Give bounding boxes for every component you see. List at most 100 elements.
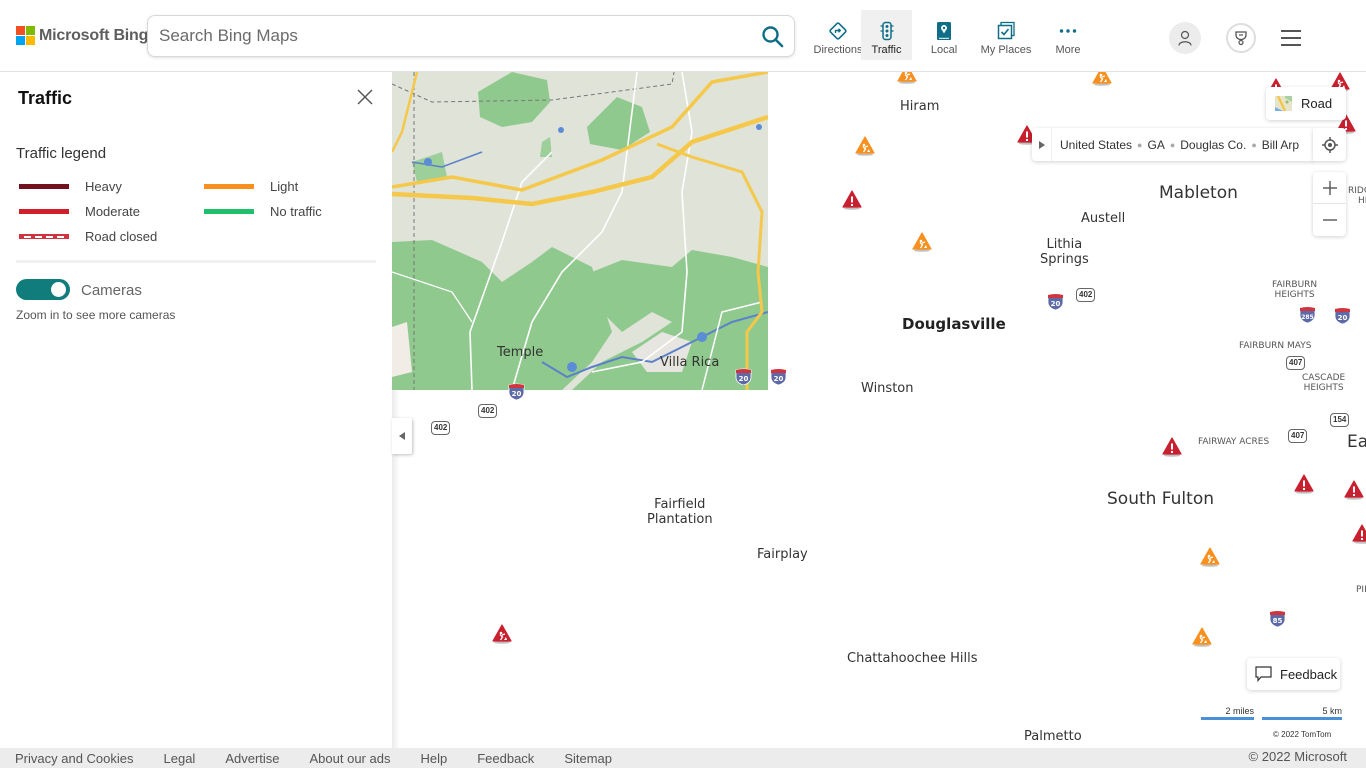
traffic-incident-icon[interactable] (842, 190, 862, 210)
nav-more[interactable]: More (1036, 10, 1100, 60)
nav-local-label: Local (930, 44, 958, 56)
footer-link-advertise[interactable]: Advertise (225, 751, 279, 766)
construction-icon[interactable] (1200, 547, 1220, 567)
nav-traffic[interactable]: Traffic (861, 10, 912, 60)
zoom-in-button[interactable] (1313, 172, 1346, 204)
caret-right-icon (1038, 140, 1045, 149)
map-label-villa-rica: Villa Rica (660, 355, 720, 370)
menu-button[interactable] (1281, 30, 1301, 46)
nav-traffic-label: Traffic (871, 44, 902, 56)
svg-text:20: 20 (1051, 300, 1061, 308)
traffic-incident-icon[interactable] (1294, 474, 1314, 494)
footer-link-legal[interactable]: Legal (164, 751, 196, 766)
cameras-toggle[interactable] (16, 279, 70, 300)
road-map-icon (1275, 96, 1292, 111)
breadcrumb-separator: ● (1169, 139, 1176, 150)
interstate-shield-20: 20 (1047, 293, 1064, 311)
legend-label: No traffic (270, 204, 322, 219)
footer-link-about-ads[interactable]: About our ads (310, 751, 391, 766)
toggle-knob (51, 282, 66, 297)
nav-more-label: More (1055, 44, 1081, 56)
footer-link-help[interactable]: Help (420, 751, 447, 766)
top-nav: Directions Traffic Local My Places More (806, 10, 1094, 60)
traffic-incident-icon[interactable] (1162, 437, 1182, 457)
interstate-shield-20: 20 (770, 368, 787, 386)
legend-title: Traffic legend (16, 145, 107, 162)
map-tile-terrain (392, 72, 768, 390)
map-label-pi: PII (1356, 585, 1366, 595)
bing-logo[interactable]: Microsoft Bing (16, 26, 148, 45)
interstate-shield-85: 85 (1269, 610, 1286, 628)
legend-label: Moderate (85, 204, 140, 219)
construction-icon[interactable] (897, 72, 917, 84)
state-route-shield-402: 402 (1076, 288, 1096, 302)
breadcrumb-state[interactable]: GA (1147, 138, 1164, 152)
search-input[interactable] (159, 16, 749, 56)
zoom-out-button[interactable] (1313, 204, 1346, 236)
construction-icon[interactable] (1092, 72, 1112, 86)
traffic-incident-icon[interactable] (1352, 524, 1366, 544)
map-label-fairburn-heights: FAIRBURN HEIGHTS (1272, 280, 1318, 300)
construction-icon[interactable] (912, 232, 932, 252)
legend-swatch-moderate (19, 209, 69, 214)
footer-link-privacy[interactable]: Privacy and Cookies (15, 751, 134, 766)
legend-swatch-road-closed (19, 234, 69, 239)
plus-icon (1322, 180, 1337, 195)
rewards-button[interactable] (1226, 23, 1256, 53)
search-box (147, 15, 795, 57)
footer-link-feedback[interactable]: Feedback (477, 751, 534, 766)
legend-swatch-heavy (19, 184, 69, 189)
map-label-lithia-springs: Lithia Springs (1040, 237, 1089, 267)
locate-me-button[interactable] (1313, 128, 1346, 161)
svg-text:20: 20 (739, 375, 749, 383)
breadcrumb-separator: ● (1251, 139, 1257, 150)
breadcrumb-expand-button[interactable] (1032, 128, 1052, 161)
breadcrumb-county[interactable]: Douglas Co. (1180, 138, 1246, 152)
map-label-mableton: Mableton (1159, 183, 1238, 203)
legend-no-traffic: No traffic (204, 204, 322, 219)
svg-text:20: 20 (774, 375, 784, 383)
legend-label: Heavy (85, 179, 122, 194)
collapse-panel-button[interactable] (392, 418, 412, 454)
map-style-label: Road (1301, 96, 1333, 111)
map-label-douglasville: Douglasville (902, 315, 1006, 333)
map-style-road-button[interactable]: Road (1266, 87, 1346, 120)
breadcrumb-separator: ● (1137, 139, 1143, 150)
legend-swatch-no-traffic (204, 209, 254, 214)
nav-local[interactable]: Local (912, 10, 976, 60)
breadcrumb-country[interactable]: United States (1060, 138, 1132, 152)
svg-text:20: 20 (512, 390, 522, 398)
map-feedback-button[interactable]: Feedback (1247, 658, 1340, 690)
breadcrumb-locality[interactable]: Bill Arp (1262, 138, 1299, 152)
map-canvas[interactable]: Hiram Mableton Austell Lithia Springs Dou… (392, 72, 1366, 748)
close-icon (357, 89, 373, 105)
local-pin-icon (937, 22, 951, 40)
construction-icon[interactable] (1192, 627, 1212, 647)
locate-crosshair-icon (1321, 136, 1338, 153)
footer-link-sitemap[interactable]: Sitemap (564, 751, 612, 766)
zoom-control (1313, 172, 1346, 236)
svg-text:85: 85 (1273, 617, 1283, 625)
construction-icon[interactable] (492, 624, 512, 644)
state-route-shield-402: 402 (431, 421, 451, 435)
close-panel-button[interactable] (356, 88, 374, 106)
interstate-shield-20: 20 (1334, 307, 1351, 325)
legend-label: Light (270, 179, 299, 194)
microsoft-logo-icon (16, 26, 35, 45)
legend-swatch-light (204, 184, 254, 189)
construction-icon[interactable] (855, 136, 875, 156)
cameras-note: Zoom in to see more cameras (16, 308, 176, 322)
menu-icon-line (1281, 44, 1301, 46)
user-icon (1178, 30, 1192, 46)
legend-label: Road closed (85, 229, 158, 244)
map-label-south-fulton: South Fulton (1107, 489, 1214, 509)
legend-light: Light (204, 179, 298, 194)
search-button[interactable] (760, 24, 786, 50)
nav-my-places[interactable]: My Places (970, 10, 1042, 60)
sign-in-button[interactable] (1169, 22, 1201, 54)
legend-heavy: Heavy (19, 179, 122, 194)
traffic-incident-icon[interactable] (1344, 480, 1364, 500)
menu-icon-line (1281, 37, 1301, 39)
scale-bar (1201, 717, 1254, 720)
search-icon (762, 26, 784, 48)
